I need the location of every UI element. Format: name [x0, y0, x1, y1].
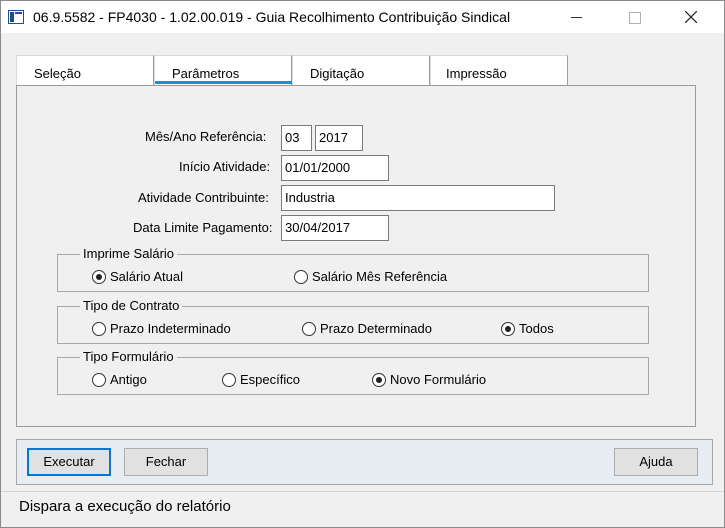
radio-checked-icon	[501, 322, 515, 336]
tab-digitacao[interactable]: Digitação	[292, 55, 430, 85]
status-bar: Dispara a execução do relatório	[1, 491, 724, 527]
radio-checked-icon	[92, 270, 106, 284]
tab-strip: Seleção Parâmetros Digitação Impressão	[16, 55, 696, 85]
mes-input[interactable]: 03	[281, 125, 312, 151]
data-limite-input[interactable]: 30/04/2017	[281, 215, 389, 241]
active-tab-indicator	[155, 81, 292, 84]
radio-checked-icon	[372, 373, 386, 387]
button-bar: Executar Fechar Ajuda	[16, 439, 713, 485]
imprime-salario-group: Imprime Salário Salário Atual Salário Mê…	[57, 246, 649, 292]
main-window: 06.9.5582 - FP4030 - 1.02.00.019 - Guia …	[0, 0, 725, 528]
executar-button[interactable]: Executar	[27, 448, 111, 476]
tab-impressao[interactable]: Impressão	[430, 55, 568, 85]
mes-ano-label: Mês/Ano Referência:	[145, 129, 267, 144]
group-title: Tipo Formulário	[80, 349, 177, 364]
radio-unchecked-icon	[92, 373, 106, 387]
radio-unchecked-icon	[92, 322, 106, 336]
tipo-contrato-group: Tipo de Contrato Prazo Indeterminado Pra…	[57, 298, 649, 344]
ajuda-button[interactable]: Ajuda	[614, 448, 698, 476]
tab-label: Seleção	[34, 66, 81, 81]
fechar-button[interactable]: Fechar	[124, 448, 208, 476]
group-title: Imprime Salário	[80, 246, 178, 261]
maximize-button[interactable]	[611, 1, 657, 33]
radio-unchecked-icon	[294, 270, 308, 284]
window-title: 06.9.5582 - FP4030 - 1.02.00.019 - Guia …	[33, 9, 511, 25]
inicio-atividade-label: Início Atividade:	[179, 159, 271, 174]
atividade-contribuinte-label: Atividade Contribuinte:	[138, 190, 269, 205]
tab-selecao[interactable]: Seleção	[16, 55, 154, 85]
atividade-contribuinte-input[interactable]: Industria	[281, 185, 555, 211]
inicio-atividade-input[interactable]: 01/01/2000	[281, 155, 389, 181]
radio-unchecked-icon	[222, 373, 236, 387]
minimize-button[interactable]	[554, 1, 600, 33]
title-bar[interactable]: 06.9.5582 - FP4030 - 1.02.00.019 - Guia …	[1, 1, 724, 33]
ano-input[interactable]: 2017	[315, 125, 363, 151]
app-icon	[8, 10, 24, 24]
group-title: Tipo de Contrato	[80, 298, 183, 313]
close-icon	[685, 11, 697, 23]
tipo-formulario-group: Tipo Formulário Antigo Específico Novo F…	[57, 349, 649, 395]
tab-label: Digitação	[310, 66, 365, 81]
status-text: Dispara a execução do relatório	[19, 498, 231, 515]
tab-label: Parâmetros	[172, 66, 240, 81]
data-limite-label: Data Limite Pagamento:	[133, 220, 273, 235]
close-window-button[interactable]	[668, 1, 714, 33]
tab-label: Impressão	[446, 66, 507, 81]
radio-unchecked-icon	[302, 322, 316, 336]
parametros-panel: Mês/Ano Referência: 03 2017 Início Ativi…	[16, 85, 696, 427]
